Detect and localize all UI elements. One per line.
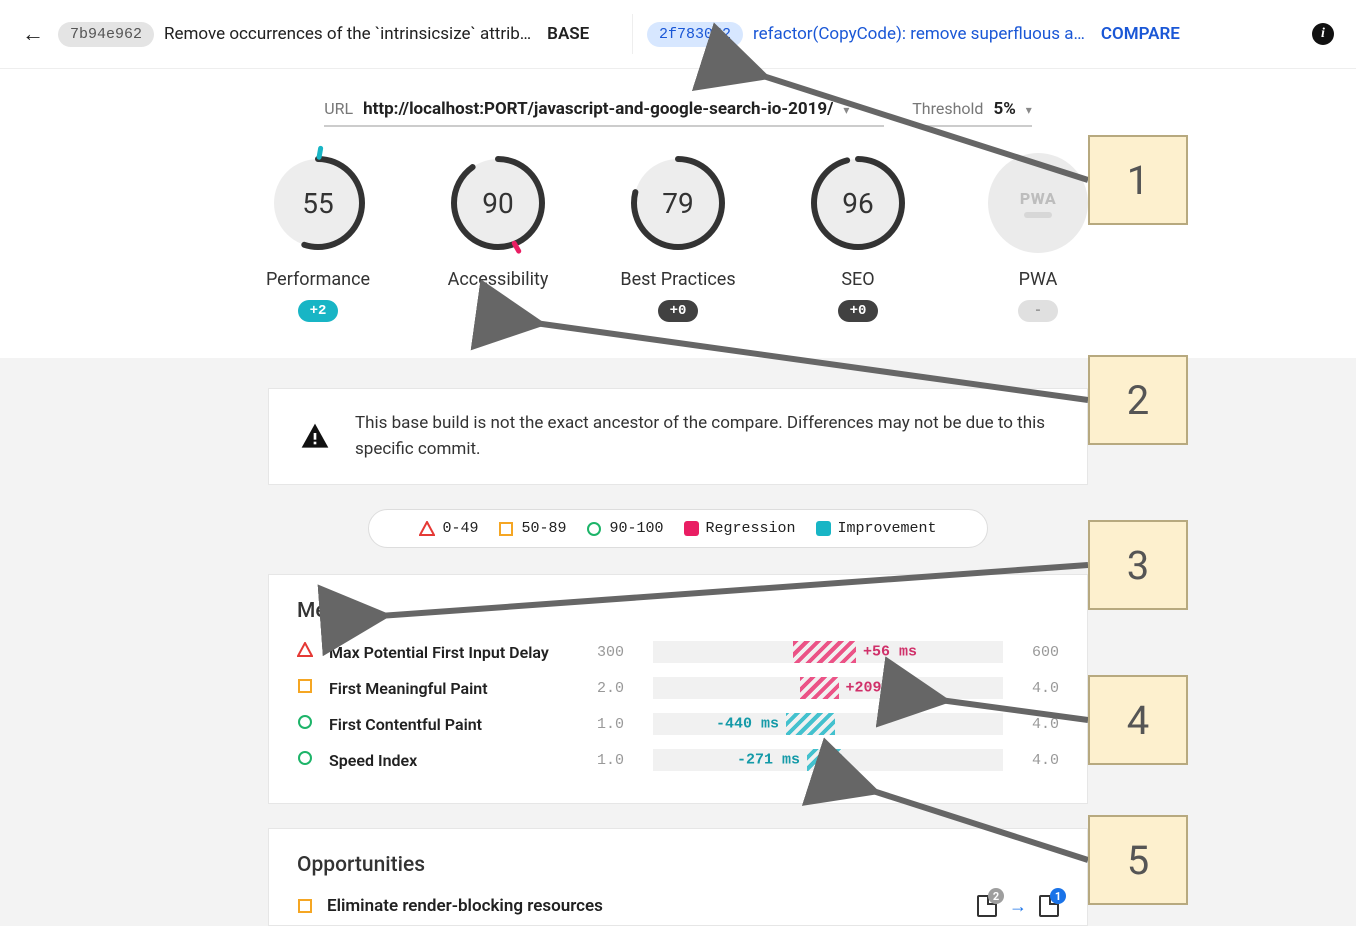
warning-text: This base build is not the exact ancesto…	[355, 411, 1057, 462]
metric-high: 4.0	[1011, 752, 1059, 769]
metric-low: 2.0	[597, 680, 645, 697]
metric-low: 1.0	[597, 716, 645, 733]
base-commit[interactable]: 7b94e962 Remove occurrences of the `intr…	[58, 22, 618, 47]
legend-50-89: 50-89	[498, 520, 566, 537]
metric-row[interactable]: Speed Index 1.0 -271 ms 4.0	[297, 749, 1059, 771]
gauge-pwa[interactable]: PWA PWA -	[979, 153, 1097, 322]
metric-high: 4.0	[1011, 716, 1059, 733]
legend-regression: Regression	[684, 520, 796, 537]
score-value: 96	[808, 153, 908, 253]
threshold-value: 5%	[993, 99, 1015, 119]
circle-icon	[586, 521, 602, 537]
metric-delta: -440 ms	[716, 716, 779, 733]
metric-row[interactable]: First Meaningful Paint 2.0 +209 ms 4.0	[297, 677, 1059, 699]
gauge-label: Best Practices	[620, 269, 735, 290]
metric-bar: +209 ms	[653, 677, 1003, 699]
page-after-icon[interactable]: 1	[1039, 895, 1059, 917]
metric-bar: -271 ms	[653, 749, 1003, 771]
compare-message: refactor(CopyCode): remove superfluous a…	[753, 24, 1085, 44]
pwa-icon: PWA	[988, 153, 1088, 253]
shape-icon	[297, 642, 321, 662]
url-label: URL	[324, 99, 353, 118]
delta-badge: -8	[478, 300, 519, 322]
swatch-icon	[684, 521, 699, 536]
delta-badge: +0	[838, 300, 879, 322]
shape-icon	[297, 714, 321, 734]
opportunities-title: Opportunities	[297, 853, 1059, 877]
opportunity-row[interactable]: Eliminate render-blocking resources 2 → …	[297, 895, 1059, 917]
metric-name: First Contentful Paint	[329, 715, 589, 734]
metric-delta: +56 ms	[863, 644, 917, 661]
comparison-header: ← 7b94e962 Remove occurrences of the `in…	[0, 0, 1356, 69]
gauge-accessibility[interactable]: 90 Accessibility -8	[439, 153, 557, 322]
metrics-title: Metrics	[297, 599, 1059, 623]
base-hash: 7b94e962	[58, 22, 154, 47]
score-value: 55	[268, 153, 368, 253]
metric-delta: +209 ms	[846, 680, 909, 697]
opportunities-panel: Opportunities Eliminate render-blocking …	[268, 828, 1088, 926]
swatch-icon	[816, 521, 831, 536]
square-icon	[297, 898, 313, 914]
square-icon	[498, 521, 514, 537]
gauge-label: SEO	[841, 269, 874, 290]
metric-low: 300	[597, 644, 645, 661]
legend-0-49: 0-49	[419, 520, 478, 537]
opportunity-name: Eliminate render-blocking resources	[327, 896, 963, 916]
metric-name: Speed Index	[329, 751, 589, 770]
metric-row[interactable]: Max Potential First Input Delay 300 +56 …	[297, 641, 1059, 663]
metric-low: 1.0	[597, 752, 645, 769]
base-message: Remove occurrences of the `intrinsicsize…	[164, 24, 531, 44]
warning-icon	[299, 421, 331, 453]
chevron-down-icon: ▾	[1026, 103, 1032, 117]
metric-delta: -271 ms	[737, 752, 800, 769]
delta-badge: -	[1018, 300, 1058, 322]
base-label: BASE	[541, 24, 589, 44]
compare-hash: 2f783052	[647, 22, 743, 47]
threshold-selector[interactable]: Threshold 5% ▾	[912, 99, 1032, 127]
url-value: http://localhost:PORT/javascript-and-goo…	[363, 99, 833, 119]
chevron-down-icon: ▾	[843, 103, 849, 117]
shape-icon	[297, 750, 321, 770]
compare-commit[interactable]: 2f783052 refactor(CopyCode): remove supe…	[647, 22, 1298, 47]
divider	[632, 14, 633, 54]
summary-section: URL http://localhost:PORT/javascript-and…	[0, 69, 1356, 358]
metrics-panel: Metrics Max Potential First Input Delay …	[268, 574, 1088, 804]
page-before-icon[interactable]: 2	[977, 895, 997, 917]
gauge-label: Accessibility	[448, 269, 549, 290]
gauge-seo[interactable]: 96 SEO +0	[799, 153, 917, 322]
gauge-label: PWA	[1019, 269, 1058, 290]
metric-bar: +56 ms	[653, 641, 1003, 663]
count-badge: 2	[988, 888, 1004, 904]
legend: 0-49 50-89 90-100 Regression Improvement	[368, 509, 988, 548]
back-button[interactable]: ←	[22, 21, 44, 47]
metric-name: First Meaningful Paint	[329, 679, 589, 698]
warning-panel: This base build is not the exact ancesto…	[268, 388, 1088, 485]
legend-90-100: 90-100	[586, 520, 663, 537]
metric-name: Max Potential First Input Delay	[329, 643, 589, 662]
score-value: 79	[628, 153, 728, 253]
url-selector[interactable]: URL http://localhost:PORT/javascript-and…	[324, 99, 884, 127]
shape-icon	[297, 678, 321, 698]
gauge-best-practices[interactable]: 79 Best Practices +0	[619, 153, 737, 322]
metric-row[interactable]: First Contentful Paint 1.0 -440 ms 4.0	[297, 713, 1059, 735]
metric-high: 600	[1011, 644, 1059, 661]
gauge-performance[interactable]: 55 Performance +2	[259, 153, 377, 322]
compare-label: COMPARE	[1095, 24, 1180, 44]
legend-improvement: Improvement	[816, 520, 937, 537]
delta-badge: +2	[298, 300, 339, 322]
score-value: 90	[448, 153, 548, 253]
info-icon[interactable]: i	[1312, 23, 1334, 45]
arrow-right-icon: →	[1009, 896, 1027, 917]
gauge-label: Performance	[266, 269, 370, 290]
triangle-icon	[419, 521, 435, 537]
threshold-label: Threshold	[912, 99, 983, 118]
delta-badge: +0	[658, 300, 699, 322]
metric-bar: -440 ms	[653, 713, 1003, 735]
metric-high: 4.0	[1011, 680, 1059, 697]
count-badge: 1	[1050, 888, 1066, 904]
